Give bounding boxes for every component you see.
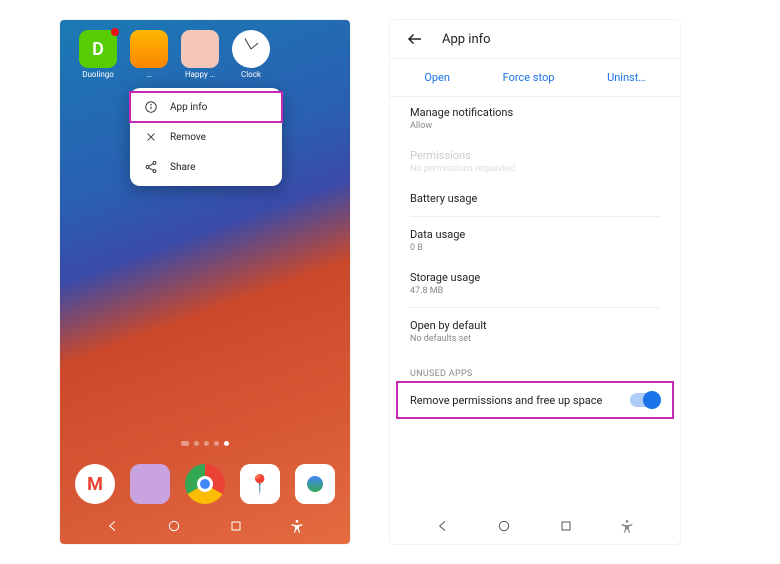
maps-icon[interactable]: 📍 bbox=[240, 464, 280, 504]
app-label: … bbox=[146, 70, 151, 79]
app-clock[interactable]: Clock bbox=[232, 30, 270, 79]
gmail-icon[interactable]: M bbox=[75, 464, 115, 504]
home-apps-row: D Duolingo … Happy … Clock bbox=[60, 20, 350, 79]
uninstall-button[interactable]: Uninst… bbox=[607, 71, 646, 84]
back-arrow-icon[interactable] bbox=[406, 30, 424, 48]
accessibility-icon[interactable] bbox=[619, 518, 635, 534]
menu-share[interactable]: Share bbox=[130, 152, 282, 182]
menu-label: Remove bbox=[170, 132, 206, 143]
menu-label: Share bbox=[170, 162, 195, 173]
subway-icon bbox=[130, 30, 168, 68]
app-label: Clock bbox=[241, 70, 261, 79]
row-data-usage[interactable]: Data usage0 B bbox=[390, 219, 680, 262]
back-icon[interactable] bbox=[435, 518, 451, 534]
clock-icon bbox=[232, 30, 270, 68]
home-icon[interactable] bbox=[496, 518, 512, 534]
app-subway[interactable]: … bbox=[130, 30, 168, 79]
android-navbar bbox=[390, 508, 680, 544]
page-indicator bbox=[181, 441, 229, 446]
divider bbox=[410, 307, 660, 308]
ear-icon bbox=[181, 30, 219, 68]
dock: M 📍 bbox=[60, 464, 350, 504]
section-unused-apps: UNUSED APPS bbox=[390, 353, 680, 383]
info-icon bbox=[144, 100, 158, 114]
row-open-by-default[interactable]: Open by defaultNo defaults set bbox=[390, 310, 680, 353]
chrome-icon[interactable] bbox=[185, 464, 225, 504]
recents-icon[interactable] bbox=[558, 518, 574, 534]
share-icon bbox=[144, 160, 158, 174]
gallery-icon[interactable] bbox=[130, 464, 170, 504]
menu-remove[interactable]: Remove bbox=[130, 122, 282, 152]
close-icon bbox=[144, 130, 158, 144]
toggle-switch[interactable] bbox=[630, 393, 660, 407]
home-icon[interactable] bbox=[166, 518, 182, 534]
accessibility-icon[interactable] bbox=[289, 518, 305, 534]
action-row: Open Force stop Uninst… bbox=[390, 59, 680, 97]
duolingo-icon: D bbox=[79, 30, 117, 68]
force-stop-button[interactable]: Force stop bbox=[503, 71, 555, 84]
back-icon[interactable] bbox=[105, 518, 121, 534]
app-happy[interactable]: Happy … bbox=[181, 30, 219, 79]
app-label: Happy … bbox=[185, 70, 215, 79]
row-notifications[interactable]: Manage notificationsAllow bbox=[390, 97, 680, 140]
settings-list: Manage notificationsAllow PermissionsNo … bbox=[390, 97, 680, 544]
camera-icon[interactable] bbox=[295, 464, 335, 504]
context-menu: App info Remove Share bbox=[130, 88, 282, 186]
app-duolingo[interactable]: D Duolingo bbox=[79, 30, 117, 79]
row-remove-permissions[interactable]: Remove permissions and free up space bbox=[398, 383, 672, 417]
divider bbox=[410, 216, 660, 217]
phone-app-info: App info Open Force stop Uninst… Manage … bbox=[390, 20, 680, 544]
toggle-label: Remove permissions and free up space bbox=[410, 394, 620, 407]
recents-icon[interactable] bbox=[228, 518, 244, 534]
row-battery[interactable]: Battery usage bbox=[390, 183, 680, 214]
row-storage[interactable]: Storage usage47.8 MB bbox=[390, 262, 680, 305]
row-permissions: PermissionsNo permissions requested bbox=[390, 140, 680, 183]
page-title: App info bbox=[442, 32, 491, 47]
android-navbar bbox=[60, 508, 350, 544]
open-button[interactable]: Open bbox=[424, 71, 450, 84]
app-label: Duolingo bbox=[82, 70, 114, 79]
menu-app-info[interactable]: App info bbox=[130, 92, 282, 122]
header: App info bbox=[390, 20, 680, 59]
menu-label: App info bbox=[170, 102, 207, 113]
phone-homescreen: D Duolingo … Happy … Clock App info Remo… bbox=[60, 20, 350, 544]
